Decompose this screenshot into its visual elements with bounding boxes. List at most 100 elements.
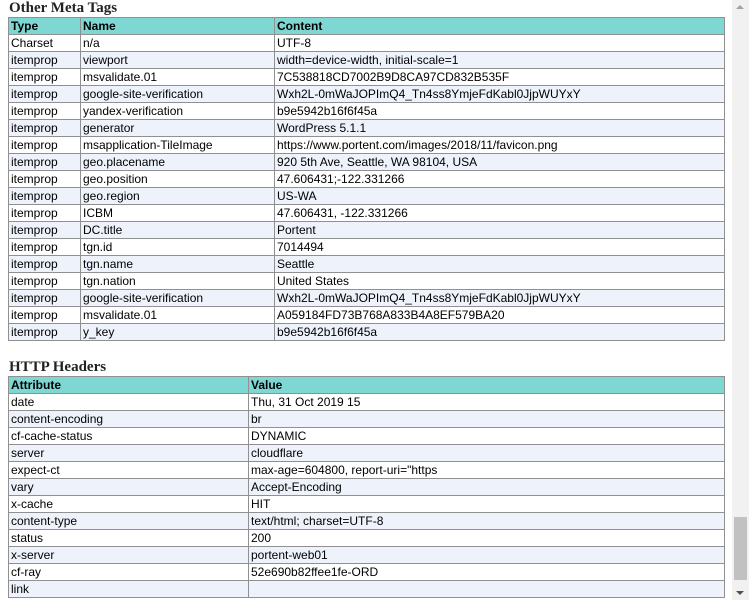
meta-type-cell: itemprop [8,204,81,222]
meta-content-cell: Wxh2L-0mWaJOPImQ4_Tn4ss8YmjeFdKabl0JjpWU… [274,289,725,307]
meta-content-cell: https://www.portent.com/images/2018/11/f… [274,136,725,154]
report-content: Other Meta Tags Type Name Content Charse… [8,0,725,598]
headers-table-row: vary Accept-Encoding [8,478,725,496]
meta-table-row: itemprop msvalidate.01 A059184FD73B768A833… [8,306,725,324]
meta-type-cell: itemprop [8,289,81,307]
meta-content-cell: b9e5942b16f6f45a [274,102,725,120]
meta-name-cell: tgn.nation [80,272,275,290]
meta-content-cell: 47.606431;-122.331266 [274,170,725,188]
header-value-cell: Thu, 31 Oct 2019 15 [248,393,725,411]
meta-table-row: itemprop generator WordPress 5.1.1 [8,119,725,137]
headers-col-value: Value [248,376,725,394]
meta-name-cell: msapplication-TileImage [80,136,275,154]
meta-name-cell: geo.position [80,170,275,188]
header-attribute-cell: cf-cache-status [8,427,249,445]
meta-name-cell: msvalidate.01 [80,306,275,324]
headers-table-row: status 200 [8,529,725,547]
header-value-cell: HIT [248,495,725,513]
meta-name-cell: tgn.name [80,255,275,273]
meta-type-cell: itemprop [8,119,81,137]
meta-table-row: itemprop tgn.id 7014494 [8,238,725,256]
headers-table-header-row: Attribute Value [8,376,725,394]
meta-name-cell: n/a [80,34,275,52]
headers-section-title: HTTP Headers [9,359,107,375]
meta-type-cell: itemprop [8,136,81,154]
meta-type-cell: itemprop [8,238,81,256]
meta-type-cell: itemprop [8,153,81,171]
meta-table-row: itemprop msvalidate.01 7C538818CD7002B9D8C… [8,68,725,86]
header-value-cell [248,580,725,598]
meta-section-title: Other Meta Tags [9,0,118,16]
meta-type-cell: itemprop [8,255,81,273]
meta-type-cell: itemprop [8,102,81,120]
meta-tags-table: Type Name Content Charset n/a UTF-8 itempro… [8,17,725,341]
meta-col-type: Type [8,17,81,35]
meta-col-content: Content [274,17,725,35]
meta-name-cell: generator [80,119,275,137]
header-attribute-cell: status [8,529,249,547]
header-value-cell: DYNAMIC [248,427,725,445]
header-attribute-cell: x-cache [8,495,249,513]
header-value-cell: max-age=604800, report-uri="https [248,461,725,479]
meta-name-cell: DC.title [80,221,275,239]
headers-col-attribute: Attribute [8,376,249,394]
scroll-up-arrow-icon[interactable] [736,5,744,9]
meta-name-cell: google-site-verification [80,85,275,103]
meta-table-row: itemprop google-site-verification Wxh2L-0m… [8,85,725,103]
meta-content-cell: US-WA [274,187,725,205]
header-value-cell: 200 [248,529,725,547]
meta-content-cell: 47.606431, -122.331266 [274,204,725,222]
meta-name-cell: ICBM [80,204,275,222]
meta-table-row: itemprop msapplication-TileImage https://w… [8,136,725,154]
http-headers-table: Attribute Value date Thu, 31 Oct 2019 15 c… [8,376,725,598]
meta-type-cell: itemprop [8,170,81,188]
meta-table-row: itemprop y_key b9e5942b16f6f45a [8,323,725,341]
meta-table-row: itemprop geo.position 47.606431;-122.33126… [8,170,725,188]
headers-table-row: content-type text/html; charset=UTF-8 [8,512,725,530]
meta-table-row: itemprop google-site-verification Wxh2L-0m… [8,289,725,307]
headers-table-row: content-encoding br [8,410,725,428]
header-attribute-cell: date [8,393,249,411]
meta-content-cell: United States [274,272,725,290]
meta-content-cell: 7014494 [274,238,725,256]
header-attribute-cell: x-server [8,546,249,564]
meta-type-cell: itemprop [8,187,81,205]
meta-type-cell: itemprop [8,323,81,341]
header-attribute-cell: content-type [8,512,249,530]
meta-table-row: Charset n/a UTF-8 [8,34,725,52]
meta-name-cell: msvalidate.01 [80,68,275,86]
meta-content-cell: b9e5942b16f6f45a [274,323,725,341]
meta-table-row: itemprop geo.region US-WA [8,187,725,205]
meta-col-name: Name [80,17,275,35]
meta-type-cell: itemprop [8,272,81,290]
scroll-down-arrow-icon[interactable] [736,591,744,595]
meta-name-cell: geo.region [80,187,275,205]
meta-content-cell: 7C538818CD7002B9D8CA97CD832B535F [274,68,725,86]
header-value-cell: text/html; charset=UTF-8 [248,512,725,530]
vertical-scrollbar[interactable] [732,0,749,600]
meta-name-cell: google-site-verification [80,289,275,307]
meta-type-cell: itemprop [8,306,81,324]
meta-name-cell: y_key [80,323,275,341]
meta-table-row: itemprop tgn.nation United States [8,272,725,290]
meta-content-cell: width=device-width, initial-scale=1 [274,51,725,69]
meta-table-row: itemprop tgn.name Seattle [8,255,725,273]
headers-table-row: x-cache HIT [8,495,725,513]
headers-table-row: date Thu, 31 Oct 2019 15 [8,393,725,411]
scrollbar-thumb[interactable] [734,517,747,580]
meta-name-cell: tgn.id [80,238,275,256]
meta-name-cell: geo.placename [80,153,275,171]
header-value-cell: cloudflare [248,444,725,462]
header-value-cell: Accept-Encoding [248,478,725,496]
headers-table-row: cf-cache-status DYNAMIC [8,427,725,445]
meta-type-cell: itemprop [8,68,81,86]
header-value-cell: portent-web01 [248,546,725,564]
meta-type-cell: itemprop [8,221,81,239]
headers-table-row: expect-ct max-age=604800, report-uri="htt… [8,461,725,479]
headers-table-row: cf-ray 52e690b82ffee1fe-ORD [8,563,725,581]
meta-content-cell: Seattle [274,255,725,273]
meta-table-row: itemprop ICBM 47.606431, -122.331266 [8,204,725,222]
meta-type-cell: itemprop [8,51,81,69]
headers-table-row: x-server portent-web01 [8,546,725,564]
meta-table-row: itemprop DC.title Portent [8,221,725,239]
